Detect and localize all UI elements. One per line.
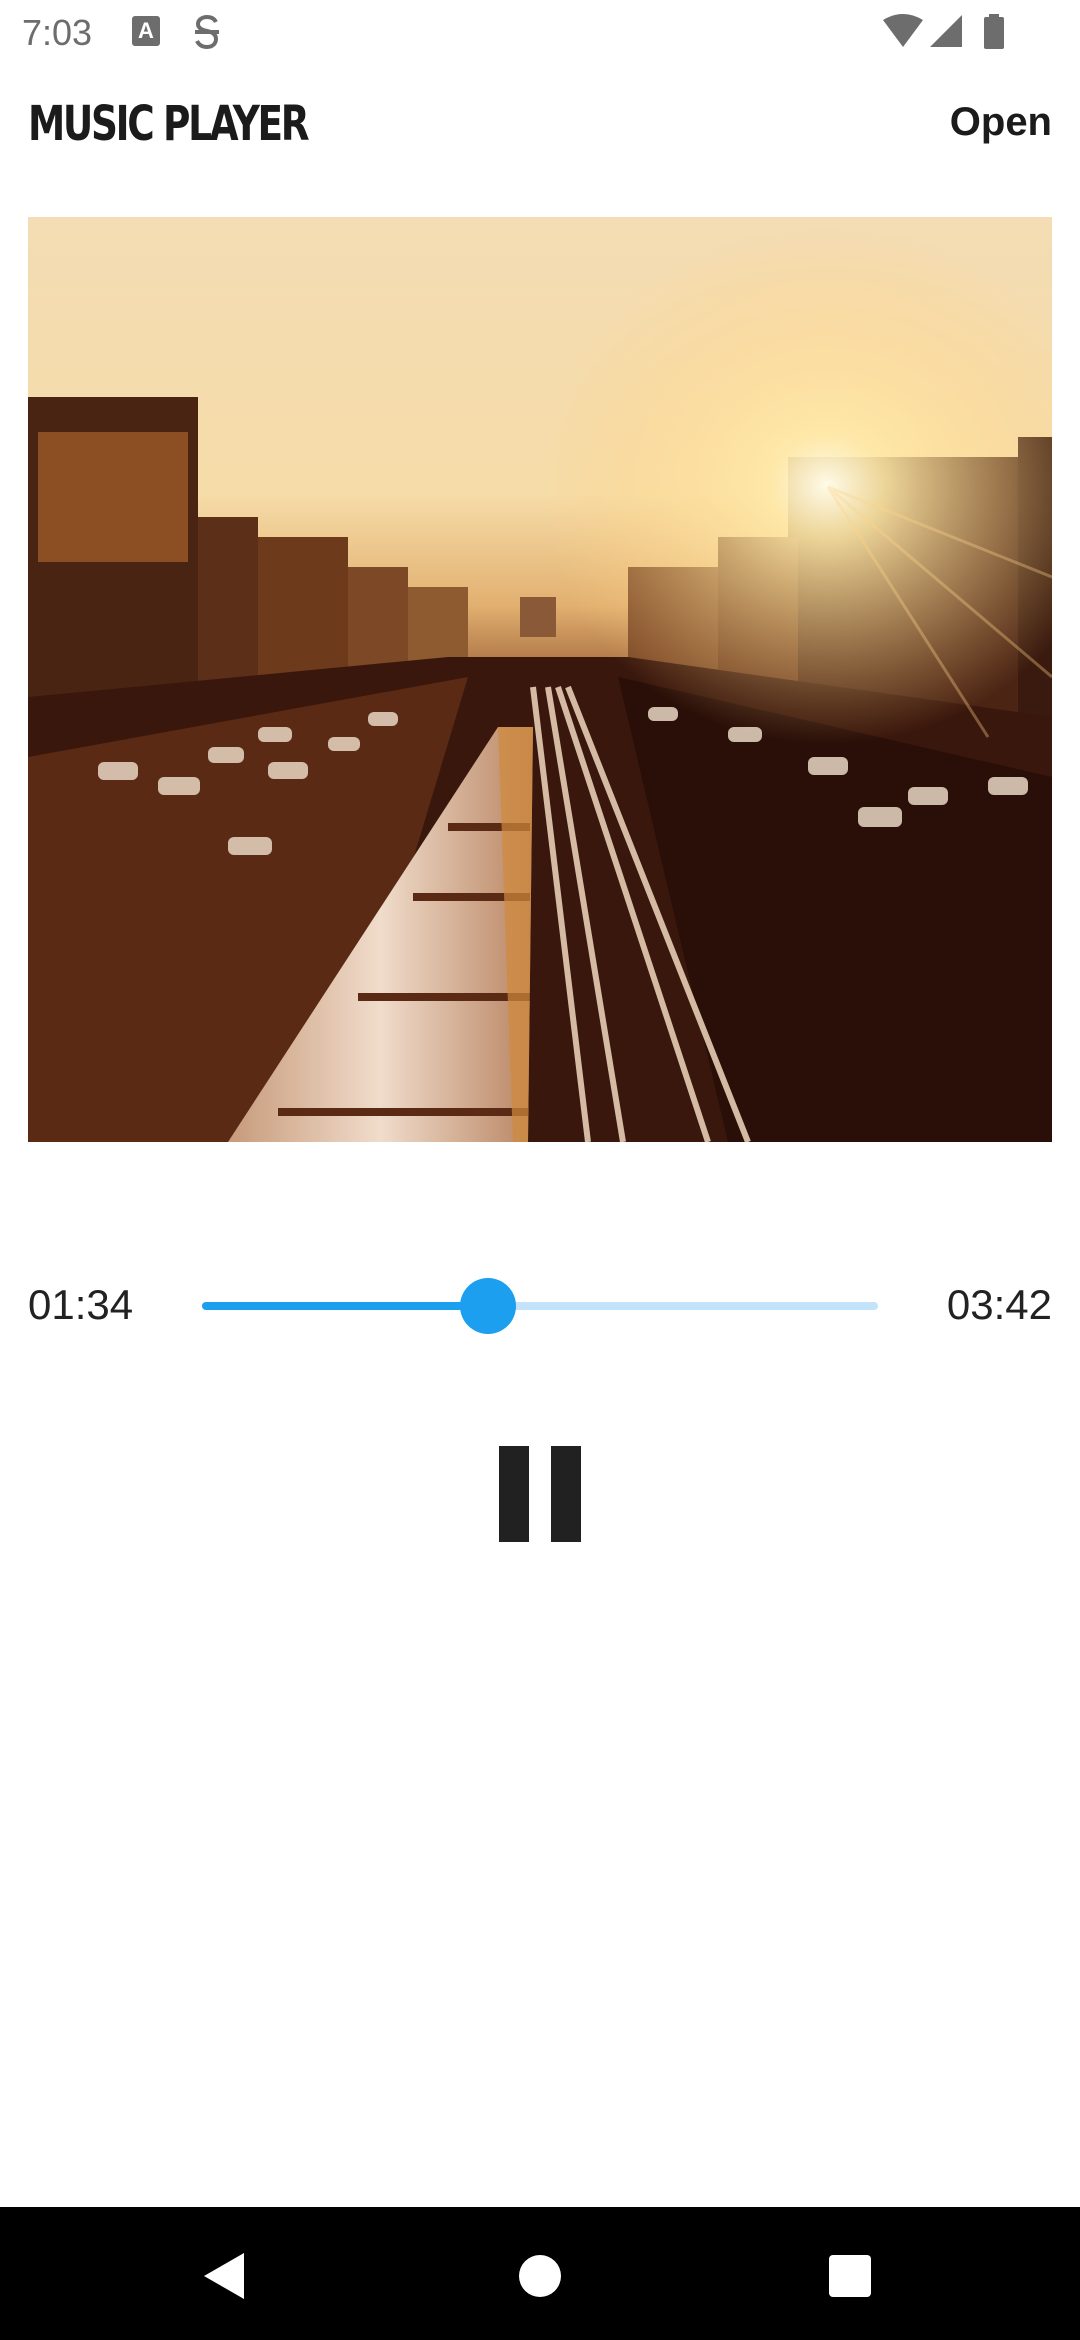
- seek-progress: [202, 1302, 488, 1310]
- s-notification-icon: [192, 14, 222, 57]
- app-title: MUSIC PLAYER: [28, 96, 310, 152]
- album-art-image: [28, 217, 1052, 1142]
- open-button[interactable]: Open: [950, 100, 1052, 145]
- pause-button[interactable]: [490, 1440, 590, 1550]
- app-bar: MUSIC PLAYER Open: [0, 66, 1080, 196]
- recents-icon[interactable]: [815, 2241, 885, 2311]
- total-time: 03:42: [946, 1281, 1052, 1328]
- battery-icon: [982, 14, 1006, 55]
- seek-slider[interactable]: [202, 1278, 878, 1334]
- status-time: 7:03: [22, 12, 93, 53]
- home-icon[interactable]: [505, 2241, 575, 2311]
- navigation-bar: [0, 2207, 1080, 2340]
- status-bar: 7:03 A: [0, 0, 1080, 66]
- seek-thumb[interactable]: [459, 1278, 516, 1334]
- a-notification-icon: A: [132, 16, 160, 46]
- signal-icon: [928, 14, 964, 53]
- current-time: 01:34: [28, 1281, 134, 1328]
- wifi-icon: [882, 14, 924, 53]
- back-icon[interactable]: [190, 2241, 260, 2311]
